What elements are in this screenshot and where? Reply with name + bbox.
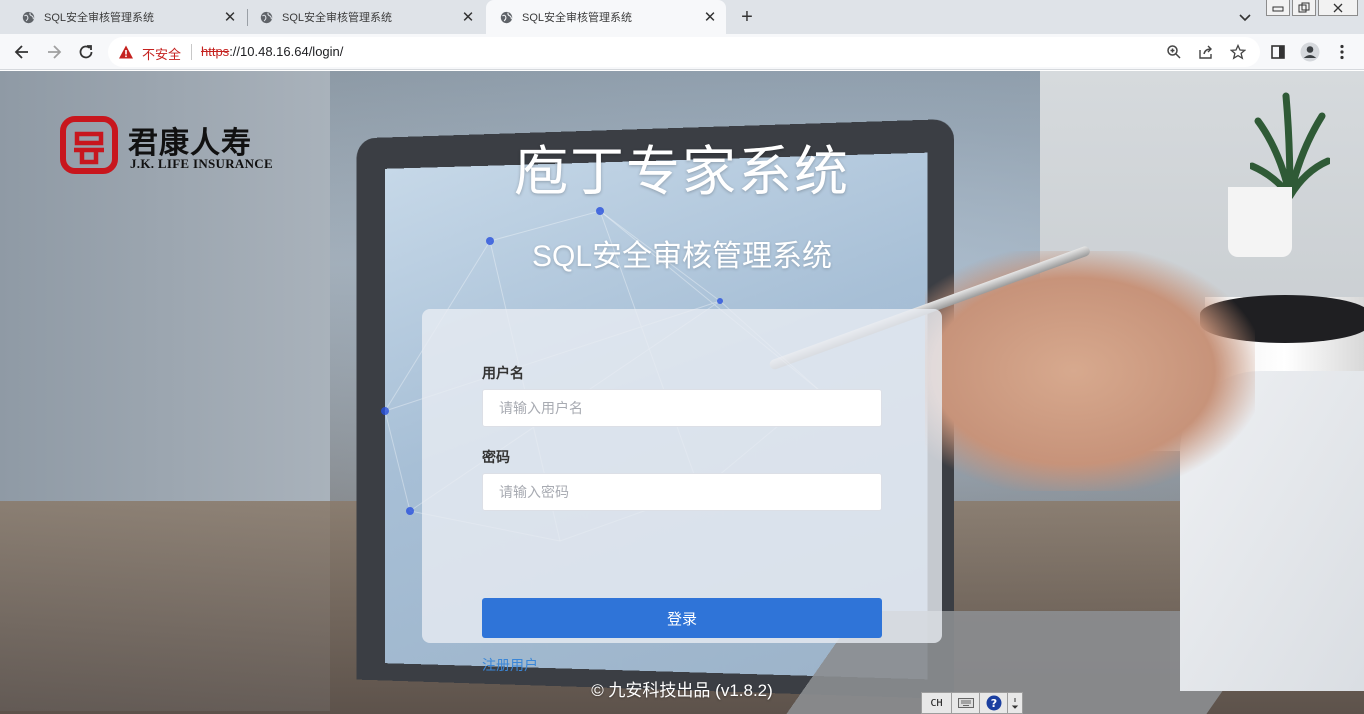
- close-tab-icon[interactable]: ✕: [702, 9, 718, 26]
- forward-arrow-icon[interactable]: [44, 42, 64, 62]
- profile-avatar-icon[interactable]: [1300, 42, 1320, 62]
- login-form: 用户名 密码 登录 注册用户: [422, 309, 942, 673]
- password-input[interactable]: [482, 473, 882, 511]
- url-rest: ://10.48.16.64/login/: [229, 44, 344, 59]
- tab-title: SQL安全审核管理系统: [522, 12, 633, 24]
- globe-icon: [260, 11, 273, 23]
- url-text[interactable]: https://10.48.16.64/login/: [201, 44, 343, 59]
- browser-tab[interactable]: SQL安全审核管理系统 ✕: [238, 0, 484, 34]
- globe-icon: [22, 11, 35, 23]
- username-label: 用户名: [482, 365, 524, 381]
- login-page: 君康人寿 J.K. LIFE INSURANCE 庖丁专家系统 SQL安全审核管…: [0, 71, 1364, 714]
- footer-copyright: © 九安科技出品 (v1.8.2): [591, 681, 773, 700]
- close-tab-icon[interactable]: ✕: [222, 9, 238, 26]
- tab-title: SQL安全审核管理系统: [282, 12, 393, 24]
- bookmark-star-icon[interactable]: [1230, 44, 1246, 60]
- side-panel-icon[interactable]: [1268, 42, 1288, 62]
- login-button[interactable]: 登录: [482, 598, 882, 638]
- register-link[interactable]: 注册用户: [482, 655, 538, 675]
- share-icon[interactable]: [1198, 44, 1214, 60]
- new-tab-button[interactable]: +: [736, 6, 758, 28]
- browser-toolbar: 不安全 https://10.48.16.64/login/: [0, 34, 1364, 70]
- help-icon[interactable]: ?: [980, 693, 1008, 713]
- omnibox-divider: [191, 44, 192, 60]
- ime-mode-toggle[interactable]: CH: [922, 693, 952, 713]
- keyboard-icon[interactable]: [952, 693, 980, 713]
- tab-search-chevron-icon[interactable]: [1236, 8, 1254, 26]
- warning-icon[interactable]: [118, 44, 134, 60]
- restore-window-icon[interactable]: [1292, 0, 1316, 16]
- zoom-icon[interactable]: [1166, 44, 1182, 60]
- tab-title: SQL安全审核管理系统: [44, 12, 155, 24]
- insecure-label[interactable]: 不安全: [142, 44, 181, 63]
- svg-text:?: ?: [990, 697, 996, 710]
- ime-options-icon[interactable]: [1008, 693, 1022, 713]
- ime-toolbar: CH ?: [921, 692, 1023, 714]
- url-scheme: https: [201, 44, 230, 59]
- page-title: 庖丁专家系统: [514, 142, 850, 202]
- tab-strip: SQL安全审核管理系统 ✕ SQL安全审核管理系统 ✕ SQL安全审核管理系统 …: [0, 0, 1364, 34]
- browser-tab[interactable]: SQL安全审核管理系统 ✕: [0, 0, 246, 34]
- password-label: 密码: [482, 449, 510, 465]
- address-bar[interactable]: 不安全 https://10.48.16.64/login/: [108, 37, 1260, 67]
- globe-icon: [500, 11, 513, 23]
- close-window-icon[interactable]: [1318, 0, 1358, 16]
- username-input[interactable]: [482, 389, 882, 427]
- back-arrow-icon[interactable]: [12, 42, 32, 62]
- close-tab-icon[interactable]: ✕: [460, 9, 476, 26]
- reload-icon[interactable]: [76, 42, 96, 62]
- browser-tab-active[interactable]: SQL安全审核管理系统 ✕: [486, 0, 726, 34]
- minimize-window-icon[interactable]: [1266, 0, 1290, 16]
- menu-kebab-icon[interactable]: [1332, 42, 1352, 62]
- page-subtitle: SQL安全审核管理系统: [531, 240, 833, 273]
